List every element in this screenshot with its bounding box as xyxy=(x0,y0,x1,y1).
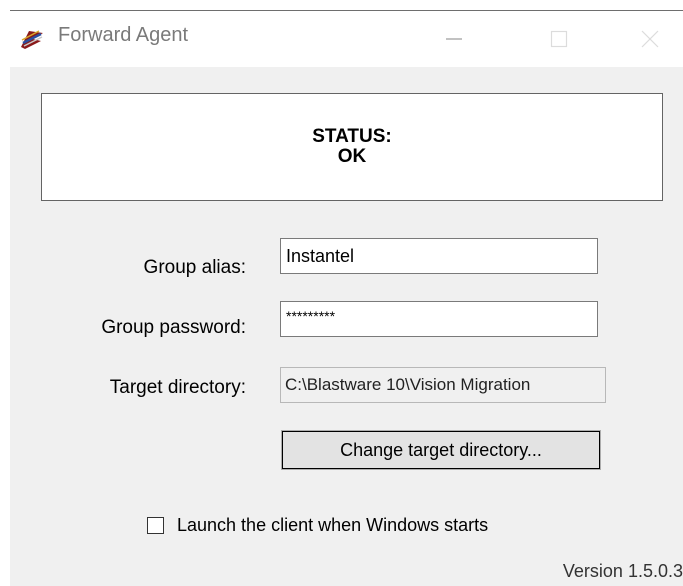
version-text: Version 1.5.0.3 xyxy=(562,561,683,581)
group-password-label: Group password: xyxy=(101,317,246,338)
launch-on-startup-label[interactable]: Launch the client when Windows starts xyxy=(177,515,488,536)
group-alias-input[interactable]: Instantel xyxy=(280,238,598,274)
close-icon xyxy=(641,30,659,48)
launch-on-startup-option[interactable]: Launch the client when Windows starts xyxy=(147,515,488,536)
status-value: OK xyxy=(337,146,367,167)
group-password-input[interactable]: ********* xyxy=(280,301,598,337)
maximize-icon xyxy=(550,30,568,48)
app-window: Forward Agent STATUS: OK Group alias: In… xyxy=(0,0,683,586)
change-target-directory-button[interactable]: Change target directory... xyxy=(281,430,601,470)
client-area: STATUS: OK Group alias: Instantel Group … xyxy=(10,67,683,586)
launch-on-startup-checkbox[interactable] xyxy=(147,517,164,534)
maximize-button[interactable] xyxy=(536,11,582,67)
close-button[interactable] xyxy=(627,11,673,67)
status-label: STATUS: xyxy=(312,126,392,147)
title-bar[interactable]: Forward Agent xyxy=(10,11,683,67)
group-alias-label: Group alias: xyxy=(143,257,246,278)
window-title: Forward Agent xyxy=(58,24,189,46)
status-panel: STATUS: OK xyxy=(41,93,663,201)
minimize-icon xyxy=(446,38,462,40)
target-directory-field: C:\Blastware 10\Vision Migration xyxy=(280,367,606,403)
forward-agent-icon xyxy=(19,27,45,51)
minimize-button[interactable] xyxy=(431,11,477,67)
target-directory-label: Target directory: xyxy=(109,377,246,398)
